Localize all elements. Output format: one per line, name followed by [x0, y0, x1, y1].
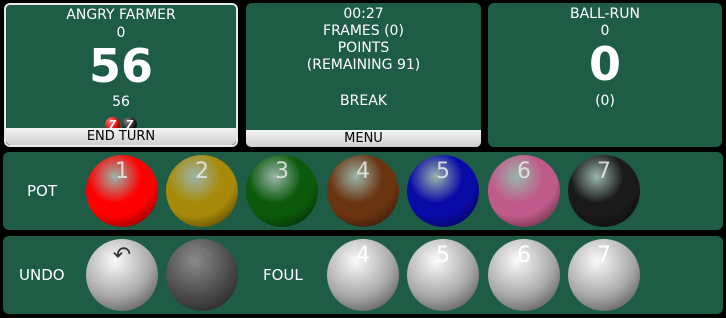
player-right-break-score: (0)	[595, 93, 615, 109]
pot-label: POT	[27, 182, 58, 200]
pot-ball-6[interactable]: 6	[488, 155, 560, 227]
match-timer: 00:27	[343, 6, 384, 22]
foul-ball-number: 7	[597, 243, 611, 268]
frames-label: FRAMES (0)	[323, 23, 404, 39]
player-left-score: 56	[88, 39, 153, 93]
foul-ball-number: 6	[517, 243, 531, 268]
foul-ball-5[interactable]: 5	[407, 239, 479, 311]
foul-ball-7[interactable]: 7	[568, 239, 640, 311]
foul-ball-4[interactable]: 4	[327, 239, 399, 311]
player-right-panel: BALL-RUN 0 0 (0)	[488, 3, 722, 147]
pot-ball-number: 1	[115, 159, 129, 184]
undo-button[interactable]: ↶	[86, 239, 158, 311]
pot-ball-number: 6	[517, 159, 531, 184]
foul-ball-number: 5	[436, 243, 450, 268]
pot-ball-number: 5	[436, 159, 450, 184]
break-balls: 77	[6, 113, 236, 132]
undo-label: UNDO	[19, 266, 65, 284]
status-label: BREAK	[340, 93, 387, 109]
pot-row: POT 1 2 3 4 5 6 7	[3, 152, 723, 230]
player-left-break-score: 56	[112, 94, 130, 110]
match-info-panel: 00:27 FRAMES (0) POINTS (REMAINING 91) B…	[246, 3, 481, 147]
redo-arrow-icon: ↷	[192, 243, 212, 268]
player-left-name: ANGRY FARMER	[66, 7, 176, 23]
pot-ball-number: 2	[195, 159, 209, 184]
menu-button[interactable]: MENU	[246, 130, 481, 147]
pot-ball-number: 4	[356, 159, 370, 184]
player-right-name: BALL-RUN	[569, 6, 641, 22]
pot-ball-number: 3	[275, 159, 289, 184]
pot-ball-3[interactable]: 3	[246, 155, 318, 227]
foul-label: FOUL	[263, 266, 303, 284]
foul-ball-number: 4	[356, 243, 370, 268]
player-right-score: 0	[588, 37, 621, 91]
pot-ball-1[interactable]: 1	[86, 155, 158, 227]
foul-ball-6[interactable]: 6	[488, 239, 560, 311]
undo-foul-row: UNDO ↶ ↷ FOUL 4 5 6 7	[3, 236, 723, 314]
points-label: POINTS	[337, 40, 390, 56]
end-turn-button[interactable]: END TURN	[6, 128, 236, 145]
undo-arrow-icon: ↶	[112, 243, 132, 268]
pot-ball-2[interactable]: 2	[166, 155, 238, 227]
pot-ball-5[interactable]: 5	[407, 155, 479, 227]
redo-button[interactable]: ↷	[166, 239, 238, 311]
player-left-panel: ANGRY FARMER 0 56 56 77 END TURN	[4, 3, 238, 147]
pot-ball-7[interactable]: 7	[568, 155, 640, 227]
remaining-label: (REMAINING 91)	[306, 57, 421, 73]
pot-ball-4[interactable]: 4	[327, 155, 399, 227]
pot-ball-number: 7	[597, 159, 611, 184]
